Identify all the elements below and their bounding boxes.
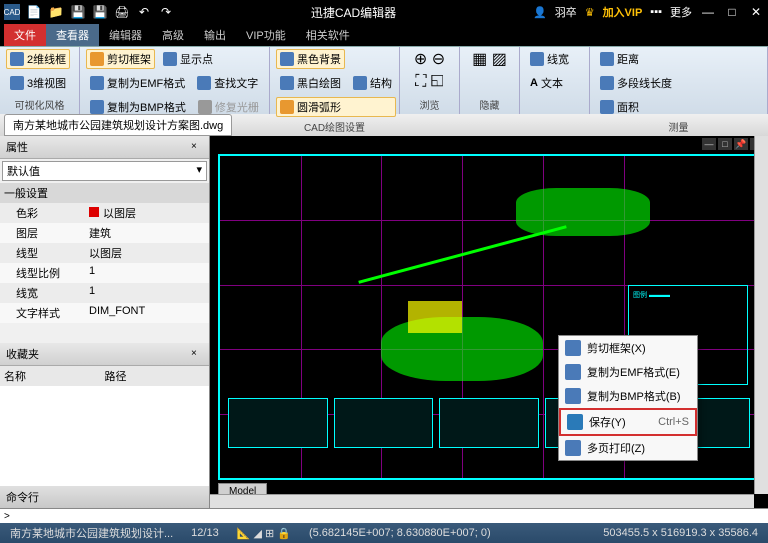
menu-file[interactable]: 文件 bbox=[4, 24, 46, 46]
btn-find-text[interactable]: 查找文字 bbox=[193, 73, 262, 93]
prop-linetype-label: 线型 bbox=[4, 245, 89, 261]
btn-smooth-arc[interactable]: 圆滑弧形 bbox=[276, 97, 396, 117]
prop-ltscale-val[interactable]: 1 bbox=[89, 265, 205, 281]
more-icon: ▪▪▪ bbox=[650, 6, 662, 18]
status-icons[interactable]: 📐 ◢ ⊞ 🔒 bbox=[233, 527, 295, 540]
btn-structure[interactable]: 结构 bbox=[349, 73, 396, 93]
prop-color-val[interactable]: 以图层 bbox=[89, 205, 205, 221]
menu-advanced[interactable]: 高级 bbox=[152, 24, 194, 46]
btn-3d-view[interactable]: 3维视图 bbox=[6, 73, 70, 93]
new-icon[interactable]: 📄 bbox=[26, 4, 42, 20]
menu-related[interactable]: 相关软件 bbox=[296, 24, 360, 46]
prop-linetype-val[interactable]: 以图层 bbox=[89, 245, 205, 261]
ribbon: 2维线框 3维视图 可视化风格 剪切框架 显示点 复制为EMF格式 查找文字 复… bbox=[0, 46, 768, 114]
prop-textstyle-label: 文字样式 bbox=[4, 305, 89, 321]
fav-header: 收藏夹× bbox=[0, 343, 209, 366]
ctx-clip-frame[interactable]: 剪切框架(X) bbox=[559, 336, 697, 360]
prop-lineweight-label: 线宽 bbox=[4, 285, 89, 301]
close-icon[interactable]: ✕ bbox=[748, 4, 764, 20]
props-header: 属性× bbox=[0, 136, 209, 159]
prop-textstyle-val[interactable]: DIM_FONT bbox=[89, 305, 205, 321]
emf-icon bbox=[565, 364, 581, 380]
ctx-save[interactable]: 保存(Y)Ctrl+S bbox=[559, 408, 697, 436]
props-close-icon[interactable]: × bbox=[191, 141, 203, 153]
status-coords: (5.682145E+007; 8.630880E+007; 0) bbox=[305, 527, 495, 539]
fav-list[interactable] bbox=[0, 386, 209, 486]
group-browse: 浏览 bbox=[406, 95, 453, 112]
btn-black-bg[interactable]: 黑色背景 bbox=[276, 49, 345, 69]
btn-bw-draw[interactable]: 黑白绘图 bbox=[276, 73, 345, 93]
menu-viewer[interactable]: 查看器 bbox=[46, 24, 99, 46]
scrollbar-vertical[interactable] bbox=[754, 136, 768, 494]
scissors-icon bbox=[565, 340, 581, 356]
saveas-icon[interactable]: 💾 bbox=[92, 4, 108, 20]
ctx-multi-print[interactable]: 多页打印(Z) bbox=[559, 436, 697, 460]
menu-editor[interactable]: 编辑器 bbox=[99, 24, 152, 46]
ctx-copy-bmp[interactable]: 复制为BMP格式(B) bbox=[559, 384, 697, 408]
menu-vip[interactable]: VIP功能 bbox=[236, 24, 296, 46]
app-icon: CAD bbox=[4, 4, 20, 20]
command-input[interactable]: > bbox=[0, 508, 768, 523]
fav-close-icon[interactable]: × bbox=[191, 348, 203, 360]
group-hide: 隐藏 bbox=[466, 95, 513, 112]
canvas-pin-icon[interactable]: 📌 bbox=[734, 138, 748, 150]
prop-ltscale-label: 线型比例 bbox=[4, 265, 89, 281]
statusbar: 南方某地城市公园建筑规划设计... 12/13 📐 ◢ ⊞ 🔒 (5.68214… bbox=[0, 523, 768, 543]
maximize-icon[interactable]: □ bbox=[724, 4, 740, 20]
user-name[interactable]: 羽卒 bbox=[555, 4, 577, 20]
group-measure: 测量 bbox=[596, 117, 761, 134]
vip-button[interactable]: 加入VIP bbox=[603, 4, 643, 20]
btn-lineweight[interactable]: 线宽 bbox=[526, 49, 573, 69]
save-icon bbox=[567, 414, 583, 430]
canvas-max-icon[interactable]: □ bbox=[718, 138, 732, 150]
menubar: 文件 查看器 编辑器 高级 输出 VIP功能 相关软件 bbox=[0, 24, 768, 46]
btn-distance[interactable]: 距离 bbox=[596, 49, 676, 69]
cmd-header: 命令行 bbox=[0, 486, 209, 508]
group-cad-settings: CAD绘图设置 bbox=[276, 117, 393, 134]
prop-color-label: 色彩 bbox=[4, 205, 89, 221]
titlebar: CAD 📄 📁 💾 💾 🖨 ↶ ↷ 迅捷CAD编辑器 👤 羽卒 ♛ 加入VIP … bbox=[0, 0, 768, 24]
status-dims: 503455.5 x 516919.3 x 35586.4 bbox=[599, 527, 762, 539]
app-title: 迅捷CAD编辑器 bbox=[174, 4, 533, 21]
save-icon[interactable]: 💾 bbox=[70, 4, 86, 20]
ctx-copy-emf[interactable]: 复制为EMF格式(E) bbox=[559, 360, 697, 384]
crown-icon: ♛ bbox=[585, 6, 595, 19]
print-icon[interactable]: 🖨 bbox=[114, 4, 130, 20]
context-menu: 剪切框架(X) 复制为EMF格式(E) 复制为BMP格式(B) 保存(Y)Ctr… bbox=[558, 335, 698, 461]
btn-area[interactable]: 面积 bbox=[596, 97, 676, 117]
btn-text[interactable]: A文本 bbox=[526, 73, 573, 93]
redo-icon[interactable]: ↷ bbox=[158, 4, 174, 20]
print-icon bbox=[565, 440, 581, 456]
bmp-icon bbox=[565, 388, 581, 404]
btn-clip-frame[interactable]: 剪切框架 bbox=[86, 49, 155, 69]
fav-col-path[interactable]: 路径 bbox=[105, 368, 206, 384]
btn-polyline-len[interactable]: 多段线长度 bbox=[596, 73, 676, 93]
left-panel: 属性× 默认值 ▾ 一般设置 色彩以图层 图层建筑 线型以图层 线型比例1 线宽… bbox=[0, 136, 210, 508]
user-icon[interactable]: 👤 bbox=[533, 6, 547, 19]
canvas-min-icon[interactable]: — bbox=[702, 138, 716, 150]
status-pages: 12/13 bbox=[187, 527, 223, 539]
prop-layer-val[interactable]: 建筑 bbox=[89, 225, 205, 241]
more-button[interactable]: 更多 bbox=[670, 4, 692, 20]
open-icon[interactable]: 📁 bbox=[48, 4, 64, 20]
undo-icon[interactable]: ↶ bbox=[136, 4, 152, 20]
scrollbar-horizontal[interactable] bbox=[210, 494, 754, 508]
status-file: 南方某地城市公园建筑规划设计... bbox=[6, 525, 177, 541]
btn-2d-wireframe[interactable]: 2维线框 bbox=[6, 49, 70, 69]
general-section[interactable]: 一般设置 bbox=[4, 185, 48, 201]
btn-show-points[interactable]: 显示点 bbox=[159, 49, 217, 69]
btn-copy-emf[interactable]: 复制为EMF格式 bbox=[86, 73, 189, 93]
group-visual-style: 可视化风格 bbox=[6, 95, 73, 112]
prop-layer-label: 图层 bbox=[4, 225, 89, 241]
fav-col-name[interactable]: 名称 bbox=[4, 368, 105, 384]
minimize-icon[interactable]: — bbox=[700, 4, 716, 20]
default-dropdown[interactable]: 默认值 ▾ bbox=[2, 161, 207, 181]
prop-lineweight-val[interactable]: 1 bbox=[89, 285, 205, 301]
file-tab-active[interactable]: 南方某地城市公园建筑规划设计方案图.dwg bbox=[4, 114, 232, 136]
menu-output[interactable]: 输出 bbox=[194, 24, 236, 46]
